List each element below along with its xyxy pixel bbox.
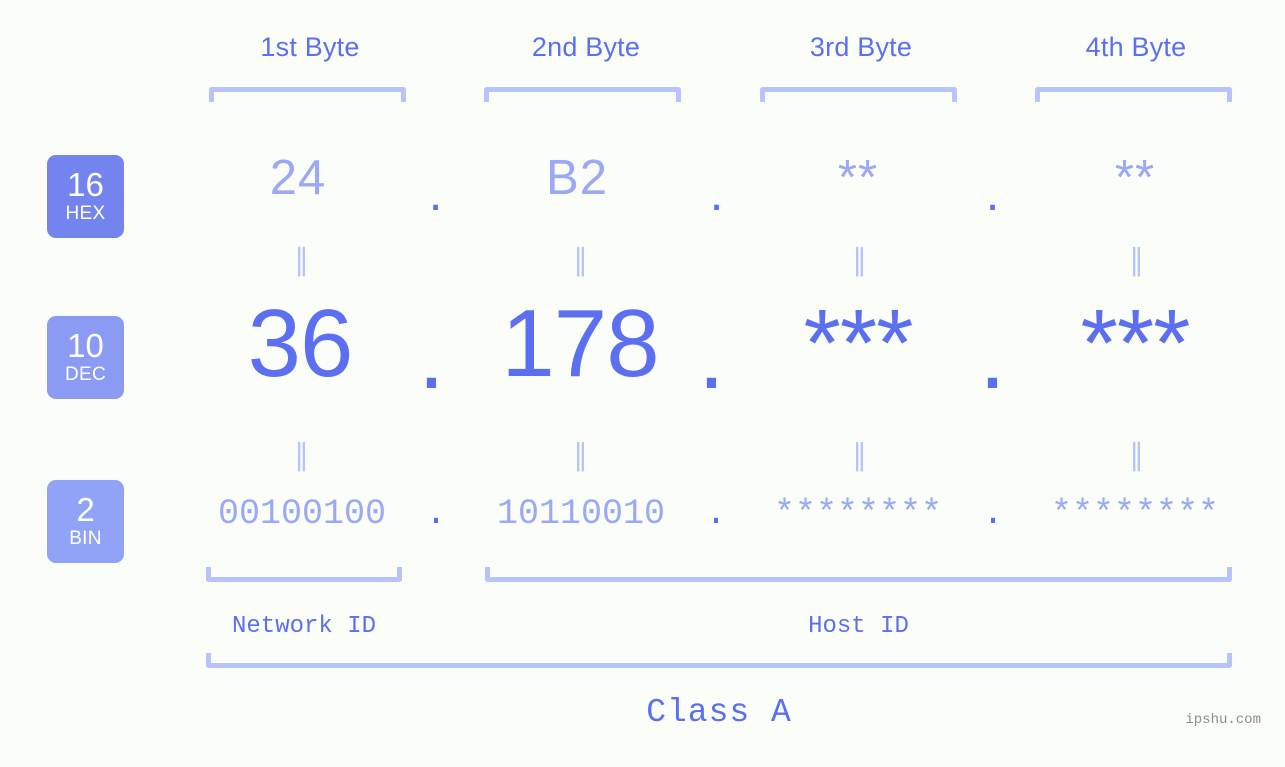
hex-separator-2: . xyxy=(709,167,725,221)
equals-separator-2-2: ∥ xyxy=(573,439,588,472)
base-badge-dec-number: 10 xyxy=(67,327,104,365)
dec-byte-4: *** xyxy=(1080,290,1190,397)
dec-byte-3: *** xyxy=(803,290,913,397)
byte-bracket-1 xyxy=(209,87,406,102)
host-id-label: Host ID xyxy=(808,613,909,640)
class-bracket xyxy=(206,653,1232,668)
byte-header-2: 2nd Byte xyxy=(531,32,641,62)
equals-separator-1-3: ∥ xyxy=(852,244,867,277)
network-id-label: Network ID xyxy=(231,613,377,640)
equals-separator-2-4: ∥ xyxy=(1129,439,1144,472)
dec-byte-1: 36 xyxy=(247,290,354,397)
host-id-bracket xyxy=(485,567,1232,582)
bin-byte-2: 10110010 xyxy=(496,494,666,534)
bin-byte-4: ******** xyxy=(1050,494,1220,534)
dec-separator-1: . xyxy=(418,302,445,409)
base-badge-hex: 16 HEX xyxy=(47,155,124,238)
base-badge-hex-label: HEX xyxy=(65,202,106,224)
ip-address-breakdown-diagram: 1st Byte 2nd Byte 3rd Byte 4th Byte 16 H… xyxy=(0,0,1285,767)
base-badge-bin: 2 BIN xyxy=(47,480,124,563)
hex-byte-1: 24 xyxy=(269,151,327,205)
dec-separator-3: . xyxy=(979,302,1006,409)
hex-separator-3: . xyxy=(985,167,1001,221)
equals-separator-2-3: ∥ xyxy=(852,439,867,472)
byte-header-1: 1st Byte xyxy=(260,32,360,62)
bin-byte-3: ******** xyxy=(773,494,943,534)
base-badge-dec: 10 DEC xyxy=(47,316,124,399)
byte-bracket-4 xyxy=(1035,87,1232,102)
hex-separator-1: . xyxy=(428,167,444,221)
class-label: Class A xyxy=(646,694,792,731)
equals-separator-1-1: ∥ xyxy=(294,244,309,277)
base-badge-bin-label: BIN xyxy=(69,527,102,549)
bin-separator-1: . xyxy=(425,494,447,534)
bin-byte-1: 00100100 xyxy=(217,494,387,534)
byte-bracket-3 xyxy=(760,87,957,102)
byte-header-3: 3rd Byte xyxy=(809,32,913,62)
hex-byte-3: ** xyxy=(837,151,879,205)
network-id-bracket xyxy=(206,567,402,582)
hex-byte-4: ** xyxy=(1114,151,1156,205)
dec-separator-2: . xyxy=(698,302,725,409)
dec-byte-2: 178 xyxy=(501,290,659,397)
byte-bracket-2 xyxy=(484,87,681,102)
site-watermark: ipshu.com xyxy=(1185,712,1261,728)
base-badge-dec-label: DEC xyxy=(64,363,106,385)
base-badge-bin-number: 2 xyxy=(76,491,95,529)
equals-separator-2-1: ∥ xyxy=(294,439,309,472)
base-badge-hex-number: 16 xyxy=(67,166,104,204)
byte-header-4: 4th Byte xyxy=(1085,32,1187,62)
bin-separator-2: . xyxy=(705,494,727,534)
hex-byte-2: B2 xyxy=(546,151,608,205)
equals-separator-1-4: ∥ xyxy=(1129,244,1144,277)
equals-separator-1-2: ∥ xyxy=(573,244,588,277)
bin-separator-3: . xyxy=(982,494,1004,534)
